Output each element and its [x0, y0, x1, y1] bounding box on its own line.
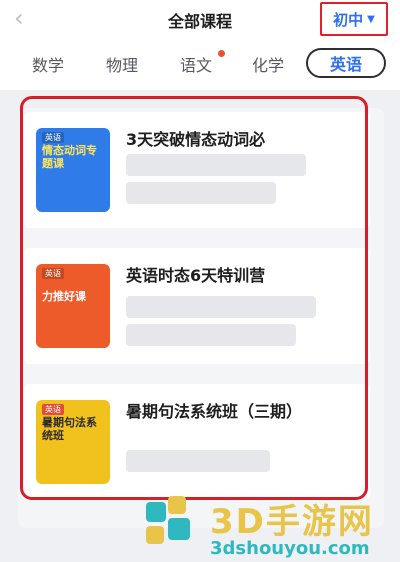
tab-math[interactable]: 数学 — [32, 52, 64, 76]
subject-tabs: 数学 物理 语文 化学 英语 — [0, 38, 400, 90]
tab-chinese[interactable]: 语文 — [180, 52, 212, 76]
top-bar: ‹ 全部课程 初中 ▼ — [0, 0, 400, 38]
watermark-url: 3dshouyou.com — [210, 538, 370, 559]
grade-selector[interactable]: 初中 ▼ — [320, 2, 388, 36]
watermark: 3D手游网 3dshouyou.com — [144, 492, 400, 562]
tab-english[interactable]: 英语 — [306, 48, 386, 78]
watermark-name: 3D手游网 — [210, 502, 374, 542]
tab-physics[interactable]: 物理 — [106, 52, 138, 76]
highlight-frame — [20, 96, 368, 500]
grade-label: 初中 — [333, 10, 364, 29]
watermark-logo-icon — [146, 496, 190, 544]
tab-chemistry[interactable]: 化学 — [252, 52, 284, 76]
hot-dot-icon — [218, 50, 225, 57]
caret-down-icon: ▼ — [367, 13, 375, 25]
